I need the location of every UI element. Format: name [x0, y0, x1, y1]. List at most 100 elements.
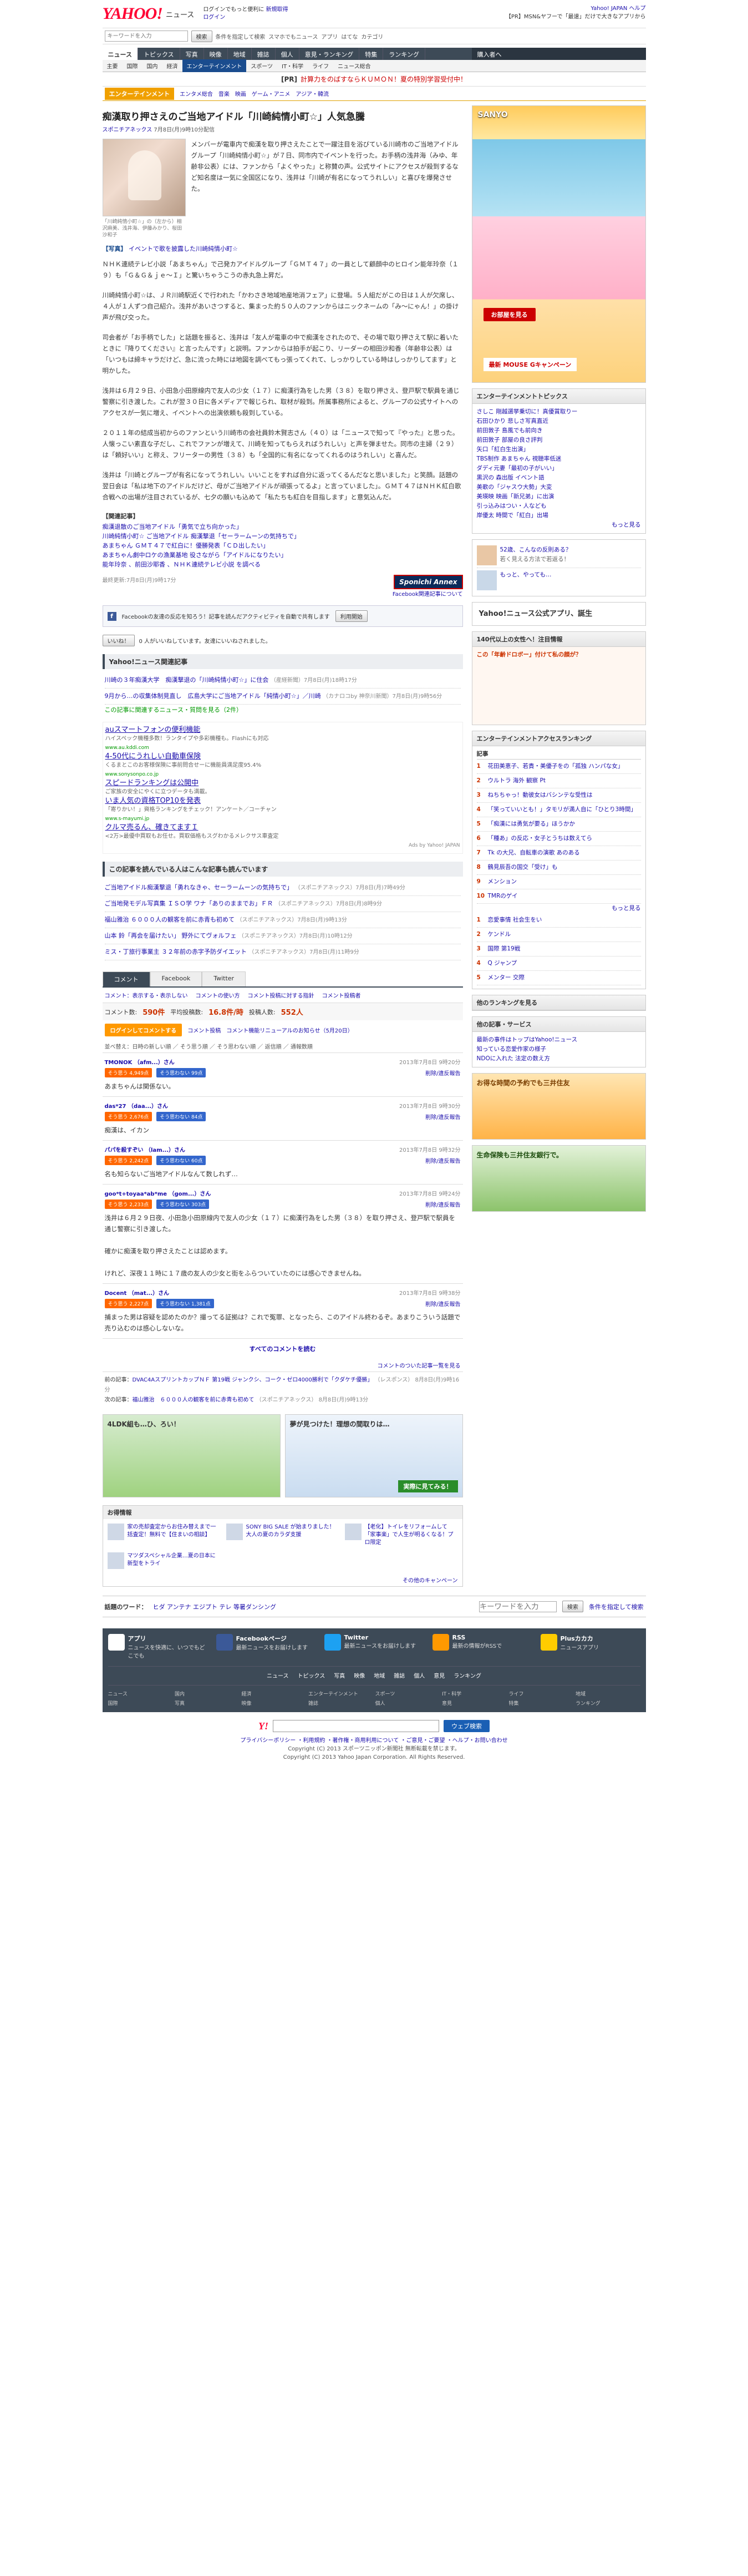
subnav-economy[interactable]: 経済 — [162, 62, 182, 70]
footer-app[interactable]: Facebookページ 最新ニュースをお届けします — [216, 1634, 316, 1659]
photo-link[interactable]: イベントで歌を披露した川崎純情小町☆ — [129, 245, 238, 252]
topic-link[interactable]: 美瑛映 映画「新兄弟」に出演 — [477, 492, 641, 502]
cat-ent-general[interactable]: エンタメ総合 — [180, 89, 213, 98]
footer-link[interactable]: 映像 — [354, 1671, 365, 1679]
related-news-link[interactable]: 9月から…の収集体制見直し 広島大学にご当地アイドル「純情小町☆」／川崎 — [105, 692, 321, 700]
subnav-general[interactable]: ニュース総合 — [333, 62, 375, 70]
nav-topics[interactable]: トピックス — [138, 48, 180, 60]
access-tab[interactable]: 記事 — [476, 750, 641, 760]
access-more-link[interactable]: もっと見る — [612, 905, 641, 912]
promo-link[interactable]: 家の売却査定からお住み替えまで一括査定！無料で【住まいの相談】 — [128, 1524, 221, 1547]
ranking-link[interactable]: TMRのゲイ — [488, 892, 518, 901]
comment-sort[interactable]: 並べ替え：日時の新しい順 ／ そう思う順 ／ そう思わない順 ／ 返信順 ／ 通… — [102, 1040, 463, 1053]
nav-personal[interactable]: 個人 — [276, 48, 299, 60]
footer-grid-link[interactable]: 雑誌 — [308, 1699, 373, 1707]
ranking-link[interactable]: メンション — [488, 877, 517, 887]
footer-grid-link[interactable]: 意見 — [442, 1699, 507, 1707]
sidebar-ad-3[interactable]: お得な時間の予約でも三井住友 — [471, 1073, 646, 1140]
related-link-2[interactable]: 川崎純情小町☆ ご当地アイドル 痴漢撃退「セーラームーンの気持ちで」 — [103, 532, 463, 541]
yahoo-top-link[interactable]: Yahoo! JAPAN ヘルプ — [506, 4, 645, 13]
ranking-link[interactable]: 花田美恵子、若貴・美優子をの「孤独 ハンパな女」 — [488, 762, 624, 771]
reader-link[interactable]: 山本 鈴「再会を届けたい」 野外にてヴォルフェ — [105, 932, 237, 939]
topic-link[interactable]: TBS制作 あまちゃん 視聴率低迷 — [477, 454, 641, 464]
disagree-button[interactable]: そう思わない 60点 — [156, 1156, 206, 1165]
comment-author[interactable]: das*27 （daa...）さん — [105, 1101, 169, 1110]
subnav-world[interactable]: 国際 — [123, 62, 143, 70]
pr-link-1[interactable]: 52歳、こんなの反則ある？ — [500, 545, 572, 555]
other-ranking-heading[interactable]: 他のランキングを見る — [472, 995, 645, 1010]
ranking-link[interactable]: ケンドル — [488, 930, 511, 939]
footer-grid-link[interactable]: ランキング — [576, 1699, 640, 1707]
disagree-button[interactable]: そう思わない 99点 — [156, 1068, 206, 1077]
advanced-search-link[interactable]: 条件を指定して検索 — [216, 32, 266, 41]
footer-app[interactable]: RSS 最新の情報がRSSで — [432, 1634, 532, 1659]
facebook-start-button[interactable]: 利用開始 — [335, 610, 368, 622]
search-link-3[interactable]: はてな — [341, 32, 358, 41]
topic-link[interactable]: 矢口「紅白生出演」 — [477, 445, 641, 454]
app-box-text[interactable]: Yahoo!ニュース公式アプリ、誕生 — [472, 603, 645, 625]
footer-grid-link[interactable]: 特集 — [509, 1699, 574, 1707]
ranking-link[interactable]: Tk の大兄、自転車の演歌 あのある — [488, 848, 580, 858]
like-button[interactable]: いいね！ — [102, 635, 135, 646]
nav-purchaser[interactable]: 購入者へ — [471, 48, 646, 60]
promo-item[interactable]: 【老化】トイレをリフォームして「家事楽」で人生が明るくなる！プロ限定 — [344, 1524, 458, 1547]
related-more-link[interactable]: この記事に関連するニュース・質問を見る（2件） — [105, 705, 461, 715]
sponichi-logo[interactable]: Sponichi Annex — [394, 575, 463, 589]
cat-movie[interactable]: 映画 — [235, 89, 246, 98]
disagree-button[interactable]: そう思わない 1,381点 — [156, 1299, 214, 1308]
comment-author[interactable]: パパを殺すぞい （lam...）さん — [105, 1145, 185, 1153]
sidebar-ad-2-title[interactable]: この「年齢ドロボー」付けて私の顔が？ — [477, 650, 641, 660]
keyword-links[interactable]: ヒダ アンテナ エジプト テレ 等暑ダンシング — [153, 1602, 277, 1611]
photo-image[interactable] — [102, 139, 186, 216]
comment-author[interactable]: goo*t+toyaa*ab*me （gom...）さん — [105, 1189, 211, 1197]
footer-grid-link[interactable]: 国内 — [175, 1690, 240, 1697]
ad-title[interactable]: スピードランキングは公開中 — [105, 779, 460, 788]
login-link[interactable]: ログイン — [203, 14, 225, 21]
logo[interactable]: YAHOO! ニュース ログインでもっと便利に 新規取得 ログイン — [103, 4, 288, 23]
nav-video[interactable]: 映像 — [204, 48, 228, 60]
agree-button[interactable]: そう思う 4,949点 — [104, 1068, 152, 1077]
topic-link[interactable]: 岸優太 時間で「紅白」出場 — [477, 511, 641, 520]
disagree-button[interactable]: そう思わない 303点 — [156, 1200, 210, 1209]
topic-link[interactable]: ダディ元妻「最初の子がいい」 — [477, 464, 641, 473]
footer-grid-link[interactable]: ライフ — [509, 1690, 574, 1697]
ad-title[interactable]: いま人気の資格TOP10を発表 — [105, 797, 460, 806]
report-link[interactable]: 削除/違反報告 — [425, 1112, 460, 1121]
cat-asia[interactable]: アジア・韓流 — [296, 89, 329, 98]
footer-link[interactable]: 個人 — [414, 1671, 425, 1679]
footer-grid-link[interactable]: 個人 — [375, 1699, 440, 1707]
topics-more-link[interactable]: もっと見る — [612, 522, 641, 528]
policy-links[interactable]: プライバシーポリシー ・利用規約 ・著作権・商用利用について ・ご意見・ご要望 … — [103, 1737, 646, 1745]
ranking-link[interactable]: 鶴見辰吾の国交「受け」も — [488, 863, 558, 872]
source-link[interactable]: スポニチアネックス — [103, 127, 152, 133]
logo-news[interactable]: ニュース — [166, 9, 194, 19]
nav-news[interactable]: ニュース — [102, 48, 138, 60]
reader-link[interactable]: ご当地アイドル痴漢撃退「勇れなきゃ、セーラームーンの気持ちで」 — [105, 884, 293, 891]
ranking-link[interactable]: 国際 第19戦 — [488, 944, 521, 954]
footer-app[interactable]: Plusカカカ ニュースアプリ — [540, 1634, 640, 1659]
service-link[interactable]: 知っている恋愛作家の様子 — [477, 1045, 641, 1054]
cat-game-anime[interactable]: ゲーム・アニメ — [252, 89, 291, 98]
promo-item[interactable]: マツダスペシャル企業…夏の日本に新型をトライ — [107, 1552, 221, 1569]
footer-link[interactable]: 意見 — [434, 1671, 445, 1679]
next-article-link[interactable]: 福山雅治 ６０００人の観客を前に赤青も初めて — [133, 1397, 255, 1403]
comment-howto[interactable]: コメントの使い方 — [196, 991, 240, 999]
related-link-1[interactable]: 痴漢退散のご当地アイドル「勇気で立ち向かった」 — [103, 522, 463, 532]
search-link-1[interactable]: スマホでもニュース — [268, 32, 318, 41]
ranking-link[interactable]: ウルトラ 海外 観察 Pt — [488, 776, 546, 786]
reader-link[interactable]: 福山雅治 ６０００人の観客を前に赤青も初めて — [105, 916, 235, 923]
app-box[interactable]: Yahoo!ニュース公式アプリ、誕生 — [471, 602, 646, 626]
agree-button[interactable]: そう思う 2,242点 — [104, 1156, 152, 1165]
ranking-link[interactable]: 「種あ」の反応・女子とうちは数えてら — [488, 834, 592, 843]
disagree-button[interactable]: そう思わない 84点 — [156, 1112, 206, 1121]
footer-link[interactable]: ランキング — [454, 1671, 481, 1679]
footer-grid-link[interactable]: 地域 — [576, 1690, 640, 1697]
comment-policy[interactable]: コメント投稿に対する指針 — [248, 991, 314, 999]
sidebar-ad-2[interactable]: 140代以上の女性へ！注目情報 この「年齢ドロボー」付けて私の顔が？ — [471, 631, 646, 725]
promo-link[interactable]: 【老化】トイレをリフォームして「家事楽」で人生が明るくなる！プロ限定 — [365, 1524, 458, 1547]
article-photo[interactable]: 「川崎純情小町☆」の（左から）相沢麻美、浅井海、伊藤みかり、桜田沙和子 — [102, 139, 186, 239]
ranking-link[interactable]: ねちちゃっ！動彼女はバシンテな受性は — [488, 791, 593, 800]
footer-app-title[interactable]: Twitter — [344, 1634, 416, 1641]
subnav-entertainment[interactable]: エンターテインメント — [182, 59, 247, 72]
agree-button[interactable]: そう思う 2,233点 — [104, 1200, 152, 1209]
